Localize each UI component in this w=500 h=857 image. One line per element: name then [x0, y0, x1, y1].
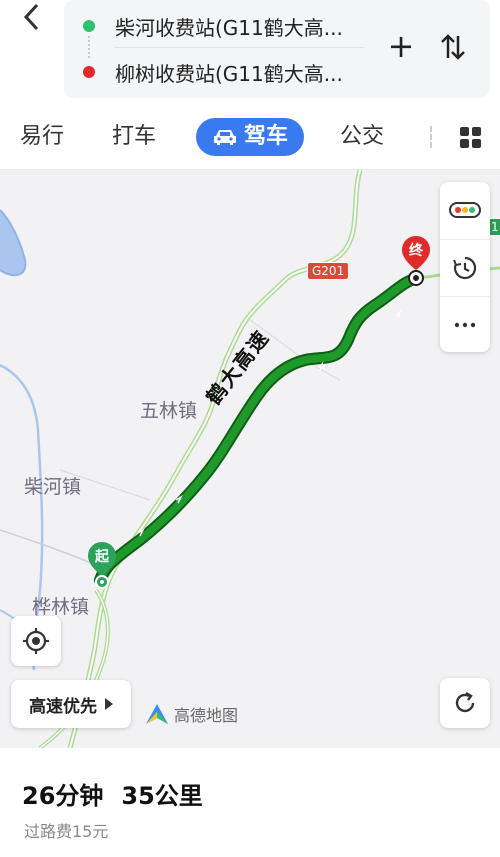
route-summary: 26分钟 35公里	[22, 776, 203, 811]
end-marker-label: 终	[409, 242, 424, 259]
clock-arrow-icon	[453, 256, 477, 279]
route-summary-panel[interactable]: 26分钟 35公里 过路费15元	[0, 748, 500, 857]
more-modes-button[interactable]	[460, 127, 482, 149]
chevron-left-icon	[23, 3, 39, 31]
route-input-box: 柴河收费站(G11鹤大高... 柳树收费站(G11鹤大高... +	[64, 0, 490, 98]
crosshair-icon	[23, 628, 49, 654]
route-distance: 35公里	[121, 782, 203, 810]
tab-overflow-indicator	[430, 126, 438, 148]
place-label-wulin: 五林镇	[140, 400, 198, 422]
caret-right-icon	[105, 698, 113, 710]
end-dot-icon	[83, 66, 95, 78]
more-dots-icon	[454, 322, 476, 327]
start-marker-label: 起	[94, 548, 110, 565]
refresh-button[interactable]	[440, 678, 490, 728]
end-marker: 终	[400, 234, 432, 294]
more-options-button[interactable]	[440, 296, 490, 352]
start-stop-text: 柴河收费站(G11鹤大高...	[115, 15, 343, 40]
start-marker: 起	[86, 540, 118, 596]
field-divider	[114, 47, 364, 48]
amap-logo: 高德地图	[144, 702, 238, 726]
amap-logo-text: 高德地图	[174, 706, 239, 725]
tab-drive[interactable]: 驾车	[196, 118, 304, 156]
refresh-icon	[455, 691, 475, 713]
swap-icon	[441, 34, 465, 60]
traffic-light-icon	[449, 202, 481, 218]
tab-drive-label: 驾车	[243, 124, 288, 149]
tab-easy-travel[interactable]: 易行	[20, 118, 64, 156]
route-preference-label: 高速优先	[29, 696, 97, 717]
highway-shield-g201: G201	[307, 262, 350, 280]
end-stop-field[interactable]: 柳树收费站(G11鹤大高...	[64, 52, 354, 92]
end-stop-text: 柳树收费站(G11鹤大高...	[115, 61, 343, 86]
start-stop-field[interactable]: 柴河收费站(G11鹤大高...	[64, 6, 354, 46]
tab-taxi[interactable]: 打车	[112, 118, 156, 156]
place-label-chaihe: 柴河镇	[24, 476, 82, 498]
start-dot-icon	[83, 20, 95, 32]
back-button[interactable]	[14, 2, 50, 38]
map-tool-panel	[440, 182, 490, 352]
travel-mode-tabs: 易行 打车 驾车 公交	[0, 108, 500, 170]
locate-button[interactable]	[11, 616, 61, 666]
route-duration: 26分钟	[22, 782, 104, 810]
departure-time-button[interactable]	[440, 239, 490, 295]
route-preference-button[interactable]: 高速优先	[11, 680, 131, 728]
place-label-hualin: 桦林镇	[32, 596, 90, 618]
car-icon	[213, 130, 236, 145]
tab-transit[interactable]: 公交	[340, 118, 384, 156]
route-header: 柴河收费站(G11鹤大高... 柳树收费站(G11鹤大高... +	[0, 0, 500, 108]
amap-logo-icon	[146, 704, 168, 724]
add-waypoint-button[interactable]: +	[384, 30, 418, 64]
traffic-toggle-button[interactable]	[440, 182, 490, 238]
swap-stops-button[interactable]	[436, 30, 470, 64]
grid-icon	[460, 127, 469, 136]
toll-fee: 过路费15元	[24, 822, 109, 841]
map-view[interactable]: 五林镇 柴河镇 桦林镇 G201 1 鹤大高速 起 终 高速优先 高德地图	[0, 170, 500, 748]
